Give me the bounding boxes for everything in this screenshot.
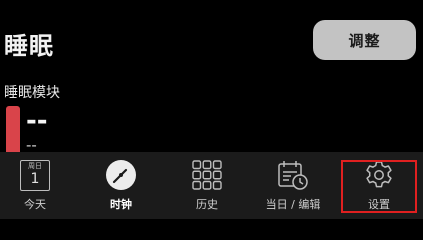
calendar-day: 1 [30, 170, 40, 187]
tab-history[interactable]: 历史 [172, 152, 242, 219]
module-value-sub: -- [26, 136, 37, 154]
app-root: 睡眠 调整 睡眠模块 -- -- 周日 1 今天 时钟 历史 当日 / 编辑 设… [0, 0, 423, 219]
module-color-bar [6, 106, 20, 158]
calendar-weekday: 周日 [28, 161, 42, 170]
section-title: 睡眠模块 [4, 85, 60, 101]
tab-day-edit[interactable]: 当日 / 编辑 [258, 152, 328, 219]
tab-clock[interactable]: 时钟 [86, 152, 156, 219]
grid-icon [192, 160, 222, 190]
settings-highlight-box [341, 160, 417, 213]
page-title: 睡眠 [4, 32, 54, 60]
clock-icon [106, 160, 136, 190]
module-value-main: -- [26, 106, 48, 136]
tab-day-edit-label: 当日 / 编辑 [265, 198, 321, 211]
tab-today[interactable]: 周日 1 今天 [0, 152, 70, 219]
calendar-clock-icon [278, 161, 308, 190]
tab-clock-label: 时钟 [110, 198, 132, 211]
adjust-button[interactable]: 调整 [313, 20, 416, 60]
tab-history-label: 历史 [196, 198, 218, 211]
calendar-icon: 周日 1 [20, 159, 50, 191]
tab-today-label: 今天 [24, 198, 46, 211]
